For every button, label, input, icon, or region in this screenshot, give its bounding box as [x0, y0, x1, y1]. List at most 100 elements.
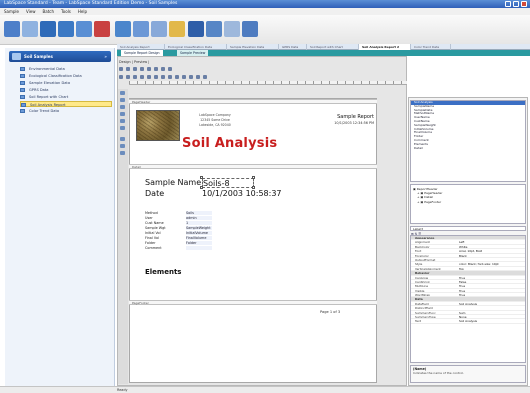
- picture-tool-icon[interactable]: [120, 119, 125, 123]
- prop-category[interactable]: Behavior: [411, 271, 457, 274]
- prop-category[interactable]: Appearance: [411, 236, 457, 239]
- zoom-icon[interactable]: [168, 67, 172, 71]
- align-right-icon[interactable]: [154, 75, 158, 79]
- border-icon[interactable]: [175, 75, 179, 79]
- settings-icon[interactable]: [224, 21, 240, 37]
- cut-icon[interactable]: [119, 67, 123, 71]
- field-value[interactable]: Soils: [186, 211, 212, 215]
- batch-icon[interactable]: [40, 21, 56, 37]
- minimize-icon[interactable]: [505, 1, 511, 7]
- size-icon[interactable]: [203, 75, 207, 79]
- underline-icon[interactable]: [133, 75, 137, 79]
- font-color-icon[interactable]: [161, 75, 165, 79]
- field-label[interactable]: Method: [145, 211, 158, 215]
- date-value[interactable]: 10/1/2003 10:58:37: [202, 189, 282, 198]
- prop-value[interactable]: color: Black; font-size: 10pt: [457, 262, 525, 265]
- field-value[interactable]: 1: [186, 221, 212, 225]
- prop-value[interactable]: True: [457, 293, 525, 296]
- pointer-icon[interactable]: [120, 91, 125, 95]
- field-label[interactable]: Sample Wgt: [145, 226, 166, 230]
- sample-name-value[interactable]: Soils-8: [202, 178, 254, 188]
- band-detail[interactable]: Detail: [129, 164, 377, 169]
- field-value[interactable]: admin: [186, 216, 212, 220]
- back-color-icon[interactable]: [168, 75, 172, 79]
- prop-category[interactable]: Data: [411, 297, 457, 300]
- undo-icon[interactable]: [140, 67, 144, 71]
- field-value[interactable]: Folder: [186, 241, 212, 245]
- subreport-tool-icon[interactable]: [120, 151, 125, 155]
- delete-icon[interactable]: [94, 21, 110, 37]
- prop-value[interactable]: Arial, 10pt, Bold: [457, 249, 525, 252]
- header-report-title[interactable]: Sample Report: [304, 114, 374, 120]
- report-icon[interactable]: [188, 21, 204, 37]
- soil-sample-image[interactable]: [136, 110, 180, 141]
- menu-item-batch[interactable]: Batch: [43, 8, 55, 15]
- sidebar-item[interactable]: Color Trend Data: [20, 108, 112, 114]
- tree-node[interactable]: + ▣ PageFooter: [413, 200, 523, 204]
- export-icon[interactable]: [242, 21, 258, 37]
- report-tree[interactable]: ▣ ReportHeader + ▣ PageHeader + ▣ Detail…: [410, 184, 526, 224]
- table-icon[interactable]: [206, 21, 222, 37]
- menu-item-help[interactable]: Help: [78, 8, 87, 15]
- header-report-date[interactable]: 10/1/2003 12:34:56 PM: [304, 121, 374, 125]
- prop-value[interactable]: False: [457, 280, 525, 283]
- field-value[interactable]: [186, 246, 212, 250]
- copy-icon[interactable]: [126, 67, 130, 71]
- sidebar-item[interactable]: GPRS Data: [20, 87, 112, 93]
- field-label[interactable]: Initial Vol: [145, 231, 161, 235]
- barcode-tool-icon[interactable]: [120, 144, 125, 148]
- prop-value[interactable]: White: [457, 245, 525, 248]
- properties-object-select[interactable]: Label3: [410, 226, 526, 231]
- band-page-header[interactable]: PageHeader: [129, 99, 377, 104]
- prop-value[interactable]: True: [457, 276, 525, 279]
- field-label[interactable]: Comment: [145, 246, 162, 250]
- prop-value[interactable]: [457, 258, 525, 261]
- sidebar-header[interactable]: Soil Samples »: [9, 51, 111, 62]
- prop-value[interactable]: True: [457, 289, 525, 292]
- page-number[interactable]: Page 1 of 3: [320, 310, 340, 314]
- prop-value[interactable]: Soil Analysis: [457, 302, 525, 305]
- prop-value[interactable]: True: [457, 284, 525, 287]
- field-value[interactable]: SampleWeight: [186, 226, 212, 230]
- menu-item-tools[interactable]: Tools: [61, 8, 71, 15]
- paste-icon[interactable]: [133, 67, 137, 71]
- field-label[interactable]: User: [145, 216, 153, 220]
- prop-value[interactable]: None: [457, 315, 525, 318]
- elements-heading[interactable]: Elements: [145, 268, 181, 276]
- line-tool-icon[interactable]: [120, 126, 125, 130]
- prop-value[interactable]: Soil Analysis: [457, 319, 525, 322]
- sidebar-item[interactable]: Environmental Data: [20, 66, 112, 72]
- delete-icon[interactable]: [154, 67, 158, 71]
- bring-front-icon[interactable]: [182, 75, 186, 79]
- resize-handle[interactable]: [200, 176, 203, 179]
- prop-value[interactable]: Sum: [457, 311, 525, 314]
- prop-value[interactable]: Left: [457, 240, 525, 243]
- menu-item-view[interactable]: View: [26, 8, 36, 15]
- company-name[interactable]: LabSpace Company: [185, 113, 245, 117]
- sidebar-item[interactable]: Soil Report with Chart: [20, 94, 112, 100]
- prop-value[interactable]: [457, 306, 525, 309]
- send-back-icon[interactable]: [189, 75, 193, 79]
- bold-icon[interactable]: [119, 75, 123, 79]
- field-list-item[interactable]: Detail: [411, 147, 525, 151]
- date-label[interactable]: Date: [145, 189, 164, 198]
- field-label[interactable]: Final Vol: [145, 236, 159, 240]
- users-icon[interactable]: [115, 21, 131, 37]
- grid-icon[interactable]: [58, 21, 74, 37]
- sample-name-label[interactable]: Sample Name: [145, 178, 201, 187]
- company-address[interactable]: 12345 Some Drive: [185, 118, 245, 122]
- resize-handle[interactable]: [252, 176, 255, 179]
- field-label[interactable]: Folder: [145, 241, 155, 245]
- chart-tool-icon[interactable]: [120, 137, 125, 141]
- prop-value[interactable]: Black: [457, 254, 525, 257]
- close-icon[interactable]: [521, 1, 527, 7]
- grid-icon[interactable]: [161, 67, 165, 71]
- field-label[interactable]: Cust Name: [145, 221, 164, 225]
- field-list[interactable]: Soil Analysis SampleName SampleDate Meth…: [410, 100, 526, 182]
- field-value[interactable]: FinalVolume: [186, 236, 212, 240]
- sidebar-item[interactable]: Ecological Classification Data: [20, 73, 112, 79]
- textbox-tool-icon[interactable]: [120, 105, 125, 109]
- italic-icon[interactable]: [126, 75, 130, 79]
- sidebar-item[interactable]: Sample Elevation Data: [20, 80, 112, 86]
- align-left-icon[interactable]: [140, 75, 144, 79]
